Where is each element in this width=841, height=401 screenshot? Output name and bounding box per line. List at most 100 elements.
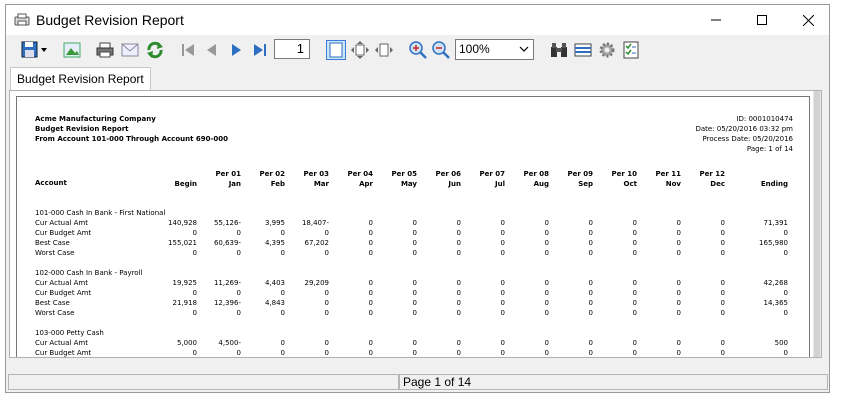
column-header-per04: Per 04 Apr [347,170,373,188]
status-cell-left [8,374,399,390]
table-cell: 0 [544,309,549,317]
table-cell: 0 [280,309,285,317]
row-label: Worst Case [35,249,75,257]
table-cell: 0 [632,289,637,297]
first-page-button[interactable] [178,40,198,60]
table-cell: 0 [368,229,373,237]
single-page-button[interactable] [326,40,346,60]
table-cell: 0 [412,299,417,307]
table-cell: 0 [456,279,461,287]
export-image-button[interactable] [62,40,82,60]
column-header-per11: Per 11 Nov [655,170,681,188]
report-header-right: ID: 0001010474 Date: 05/20/2016 03:32 pm… [695,115,793,153]
company-name: Acme Manufacturing Company [35,115,156,123]
tab-budget-revision-report[interactable]: Budget Revision Report [10,67,151,91]
table-cell: 0 [676,249,681,257]
page-number-input[interactable]: 1 [274,39,310,59]
zoom-value: 100% [459,42,490,56]
table-cell: 21,918 [172,299,198,307]
fit-width-icon [375,43,393,57]
minimize-icon [711,19,721,21]
row-label: Cur Budget Amt [35,229,92,237]
fit-width-button[interactable] [374,40,394,60]
report-options-button[interactable] [621,40,641,60]
fit-page-button[interactable] [350,40,370,60]
page-setup-button[interactable] [573,40,593,60]
column-header-account: Account [35,179,67,187]
table-cell: 0 [632,279,637,287]
checklist-icon [623,41,639,59]
table-cell: 0 [588,249,593,257]
row-label: Cur Actual Amt [35,219,88,227]
table-cell: 0 [632,219,637,227]
table-cell: 0 [412,339,417,347]
close-button[interactable] [785,5,831,35]
maximize-button[interactable] [739,5,785,35]
table-cell: 0 [588,219,593,227]
table-cell: 0 [544,279,549,287]
table-cell: 0 [783,229,788,237]
table-cell: 0 [500,219,505,227]
table-cell: 0 [368,219,373,227]
table-cell: 0 [720,299,725,307]
settings-button[interactable] [597,40,617,60]
next-page-button[interactable] [226,40,246,60]
table-cell: 0 [676,309,681,317]
vertical-scrollbar[interactable] [813,91,821,357]
table-cell: 0 [500,249,505,257]
column-header-per06: Per 06 Jun [435,170,461,188]
image-icon [63,42,81,58]
email-button[interactable] [120,40,140,60]
previous-page-button[interactable] [202,40,222,60]
table-cell: 4,500- [218,339,241,347]
table-cell: 0 [280,229,285,237]
table-cell: 0 [412,349,417,357]
table-cell: 0 [588,279,593,287]
print-button[interactable] [95,40,115,60]
report-header-left: Acme Manufacturing Company Budget Revisi… [35,115,228,143]
table-cell: 0 [544,239,549,247]
save-button[interactable] [20,40,48,60]
table-cell: 0 [720,239,725,247]
column-header-per08: Per 08 Aug [523,170,549,188]
table-cell: 0 [500,239,505,247]
scrollbar-thumb[interactable] [814,91,820,357]
table-cell: 0 [500,349,505,357]
find-button[interactable] [549,40,569,60]
last-page-icon [254,44,266,56]
table-cell: 4,403 [264,279,285,287]
last-page-button[interactable] [250,40,270,60]
table-cell: 0 [456,249,461,257]
table-cell: 0 [632,299,637,307]
table-cell: 0 [280,339,285,347]
table-cell: 0 [588,289,593,297]
report-viewport[interactable]: Acme Manufacturing Company Budget Revisi… [9,90,822,358]
app-icon [14,13,30,26]
column-header-per03: Per 03 Mar [303,170,329,188]
table-cell: 0 [783,289,788,297]
zoom-select[interactable]: 100% [455,39,534,60]
table-cell: 0 [500,289,505,297]
refresh-button[interactable] [145,40,165,60]
binoculars-icon [551,43,567,57]
minimize-button[interactable] [693,5,739,35]
table-cell: 4,395 [264,239,285,247]
table-cell: 0 [456,229,461,237]
table-cell: 0 [500,229,505,237]
status-bar: Page 1 of 14 [6,372,829,392]
zoom-in-icon [409,41,427,59]
table-cell: 0 [676,239,681,247]
column-header-ending: Ending [760,180,788,188]
table-cell: 0 [192,349,197,357]
table-cell: 0 [236,309,241,317]
window-title: Budget Revision Report [36,12,184,28]
table-cell: 0 [544,289,549,297]
zoom-in-button[interactable] [408,40,428,60]
table-cell: 0 [676,299,681,307]
row-label: Worst Case [35,309,75,317]
zoom-out-icon [432,41,450,59]
table-cell: 0 [412,249,417,257]
zoom-out-button[interactable] [431,40,451,60]
table-cell: 5,000 [176,339,197,347]
column-header-per10: Per 10 Oct [611,170,637,188]
